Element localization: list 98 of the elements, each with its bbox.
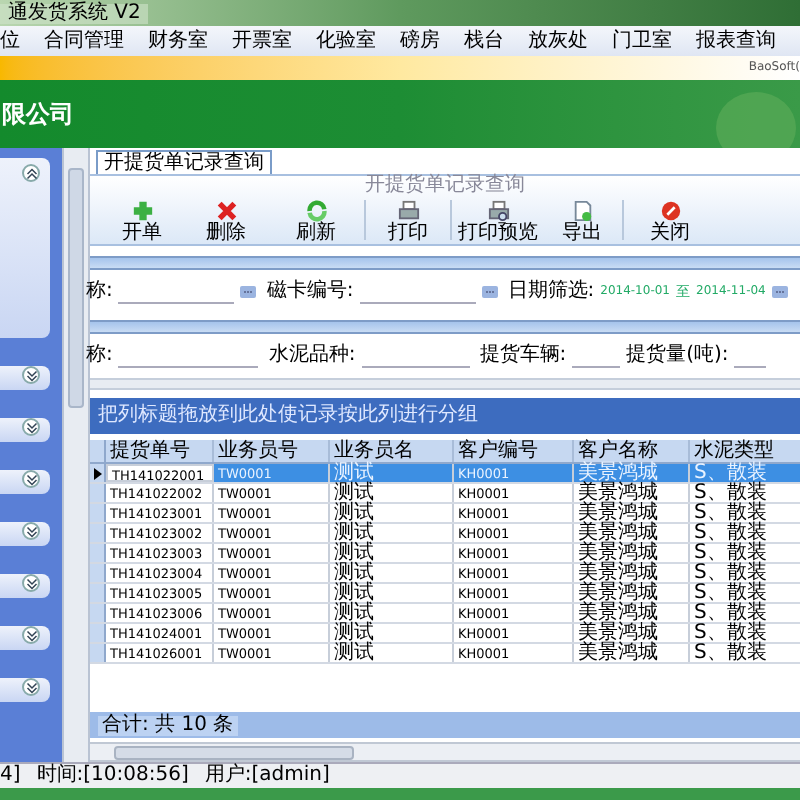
status-text: 4] xyxy=(0,766,21,786)
sidebar-section[interactable] xyxy=(0,366,50,390)
plus-icon xyxy=(131,200,153,222)
table-cell: S、散装 xyxy=(690,504,800,522)
table-cell: 美景鸿城 xyxy=(574,604,690,622)
menu-item[interactable]: 化验室 xyxy=(316,31,376,51)
menu-item[interactable]: 磅房 xyxy=(400,31,440,51)
menu-item[interactable]: 合同管理 xyxy=(44,31,124,51)
table-cell: 美景鸿城 xyxy=(574,624,690,642)
table-cell: 美景鸿城 xyxy=(574,504,690,522)
sidebar-section[interactable] xyxy=(0,418,50,442)
menu-item[interactable]: 放灰处 xyxy=(528,31,588,51)
table-cell: S、散装 xyxy=(690,464,800,482)
field-label: 日期筛选: xyxy=(507,282,595,302)
table-cell: 测试 xyxy=(330,464,454,482)
expand-icon[interactable] xyxy=(22,574,40,592)
close-icon xyxy=(659,200,681,222)
scroll-thumb[interactable] xyxy=(68,168,84,408)
sidebar-section[interactable] xyxy=(0,522,50,546)
table-cell: 测试 xyxy=(330,484,454,502)
column-header[interactable]: 水泥类型 xyxy=(690,440,800,462)
table-cell: 美景鸿城 xyxy=(574,524,690,542)
x-icon xyxy=(215,200,237,222)
group-hint: 把列标题拖放到此处使记录按此列进行分组 xyxy=(98,406,478,426)
window-title: 通发货系统 V2 xyxy=(0,3,149,23)
field-label: 水泥品种: xyxy=(268,346,356,366)
table-cell: S、散装 xyxy=(690,484,800,502)
document-icon xyxy=(571,200,593,222)
sidebar-section[interactable] xyxy=(0,574,50,598)
refresh-icon xyxy=(305,200,327,222)
column-header[interactable]: 业务员名 xyxy=(330,440,454,462)
expand-icon[interactable] xyxy=(22,366,40,384)
menu-item[interactable]: 位 xyxy=(0,31,20,51)
field-label: 称: xyxy=(86,346,113,366)
table-cell: S、散装 xyxy=(690,624,800,642)
expand-icon[interactable] xyxy=(22,418,40,436)
field-label: 提货量(吨): xyxy=(626,346,729,366)
field-label: 提货车辆: xyxy=(479,346,567,366)
toolbar-button[interactable]: 删除 xyxy=(184,196,268,244)
toolbar-caption: 开提货单记录查询 xyxy=(365,176,525,196)
table-cell: S、散装 xyxy=(690,604,800,622)
printer-icon xyxy=(397,200,419,222)
expand-icon[interactable] xyxy=(22,522,40,540)
toolbar-button[interactable]: 刷新 xyxy=(270,196,362,244)
toolbar-button[interactable]: 打印 xyxy=(368,196,448,244)
scroll-thumb[interactable] xyxy=(114,745,354,759)
menu-item[interactable]: 门卫室 xyxy=(612,31,672,51)
table-cell: 测试 xyxy=(330,504,454,522)
ellipsis-button[interactable] xyxy=(771,286,788,298)
toolbar-button[interactable]: 关闭 xyxy=(626,196,714,244)
table-cell: 美景鸿城 xyxy=(574,584,690,602)
collapse-icon[interactable] xyxy=(22,164,40,182)
menu-item[interactable]: 报表查询 xyxy=(696,31,776,51)
table-cell: S、散装 xyxy=(690,564,800,582)
table-cell: S、散装 xyxy=(690,524,800,542)
column-header[interactable]: 提货单号 xyxy=(106,440,214,462)
status-text: 用户:[admin] xyxy=(204,766,330,786)
tab[interactable]: 开提货单记录查询 xyxy=(96,150,272,174)
sidebar-section[interactable] xyxy=(0,678,50,702)
printer-icon xyxy=(487,200,509,222)
table-cell: S、散装 xyxy=(690,644,800,662)
table-cell: 测试 xyxy=(330,624,454,642)
table-cell: 美景鸿城 xyxy=(574,544,690,562)
table-cell: 美景鸿城 xyxy=(574,564,690,582)
expand-icon[interactable] xyxy=(22,626,40,644)
record-count: 合计: 共 10 条 xyxy=(98,715,238,735)
expand-icon[interactable] xyxy=(22,678,40,696)
menu-item[interactable]: 财务室 xyxy=(148,31,208,51)
table-cell: 测试 xyxy=(330,644,454,662)
column-header[interactable]: 客户名称 xyxy=(574,440,690,462)
field-label: 称: xyxy=(86,282,113,302)
column-header[interactable]: 客户编号 xyxy=(454,440,574,462)
horizontal-scrollbar[interactable] xyxy=(90,742,800,762)
sidebar-section[interactable] xyxy=(0,470,50,494)
table-cell: 美景鸿城 xyxy=(574,644,690,662)
toolbar-button[interactable]: 导出 xyxy=(544,196,620,244)
column-header[interactable]: 业务员号 xyxy=(214,440,330,462)
table-cell: S、散装 xyxy=(690,584,800,602)
table-cell: 测试 xyxy=(330,524,454,542)
ellipsis-button[interactable] xyxy=(240,286,257,298)
field-label: 磁卡编号: xyxy=(266,282,354,302)
expand-icon[interactable] xyxy=(22,470,40,488)
table-cell: S、散装 xyxy=(690,544,800,562)
ellipsis-button[interactable] xyxy=(481,286,498,298)
vertical-scrollbar[interactable] xyxy=(62,148,90,762)
table-cell: 测试 xyxy=(330,544,454,562)
menu-item[interactable]: 开票室 xyxy=(232,31,292,51)
table-cell: 测试 xyxy=(330,604,454,622)
menu-item[interactable]: 栈台 xyxy=(464,31,504,51)
toolbar-button[interactable]: 开单 xyxy=(102,196,182,244)
table-cell: 测试 xyxy=(330,584,454,602)
sidebar-section[interactable] xyxy=(0,626,50,650)
toolbar-button[interactable]: 打印预览 xyxy=(454,196,542,244)
company-name: 限公司 xyxy=(0,98,74,132)
status-text: 时间:[10:08:56] xyxy=(36,766,189,786)
table-cell: 美景鸿城 xyxy=(574,484,690,502)
table-cell: 美景鸿城 xyxy=(574,464,690,482)
table-cell: 测试 xyxy=(330,564,454,582)
